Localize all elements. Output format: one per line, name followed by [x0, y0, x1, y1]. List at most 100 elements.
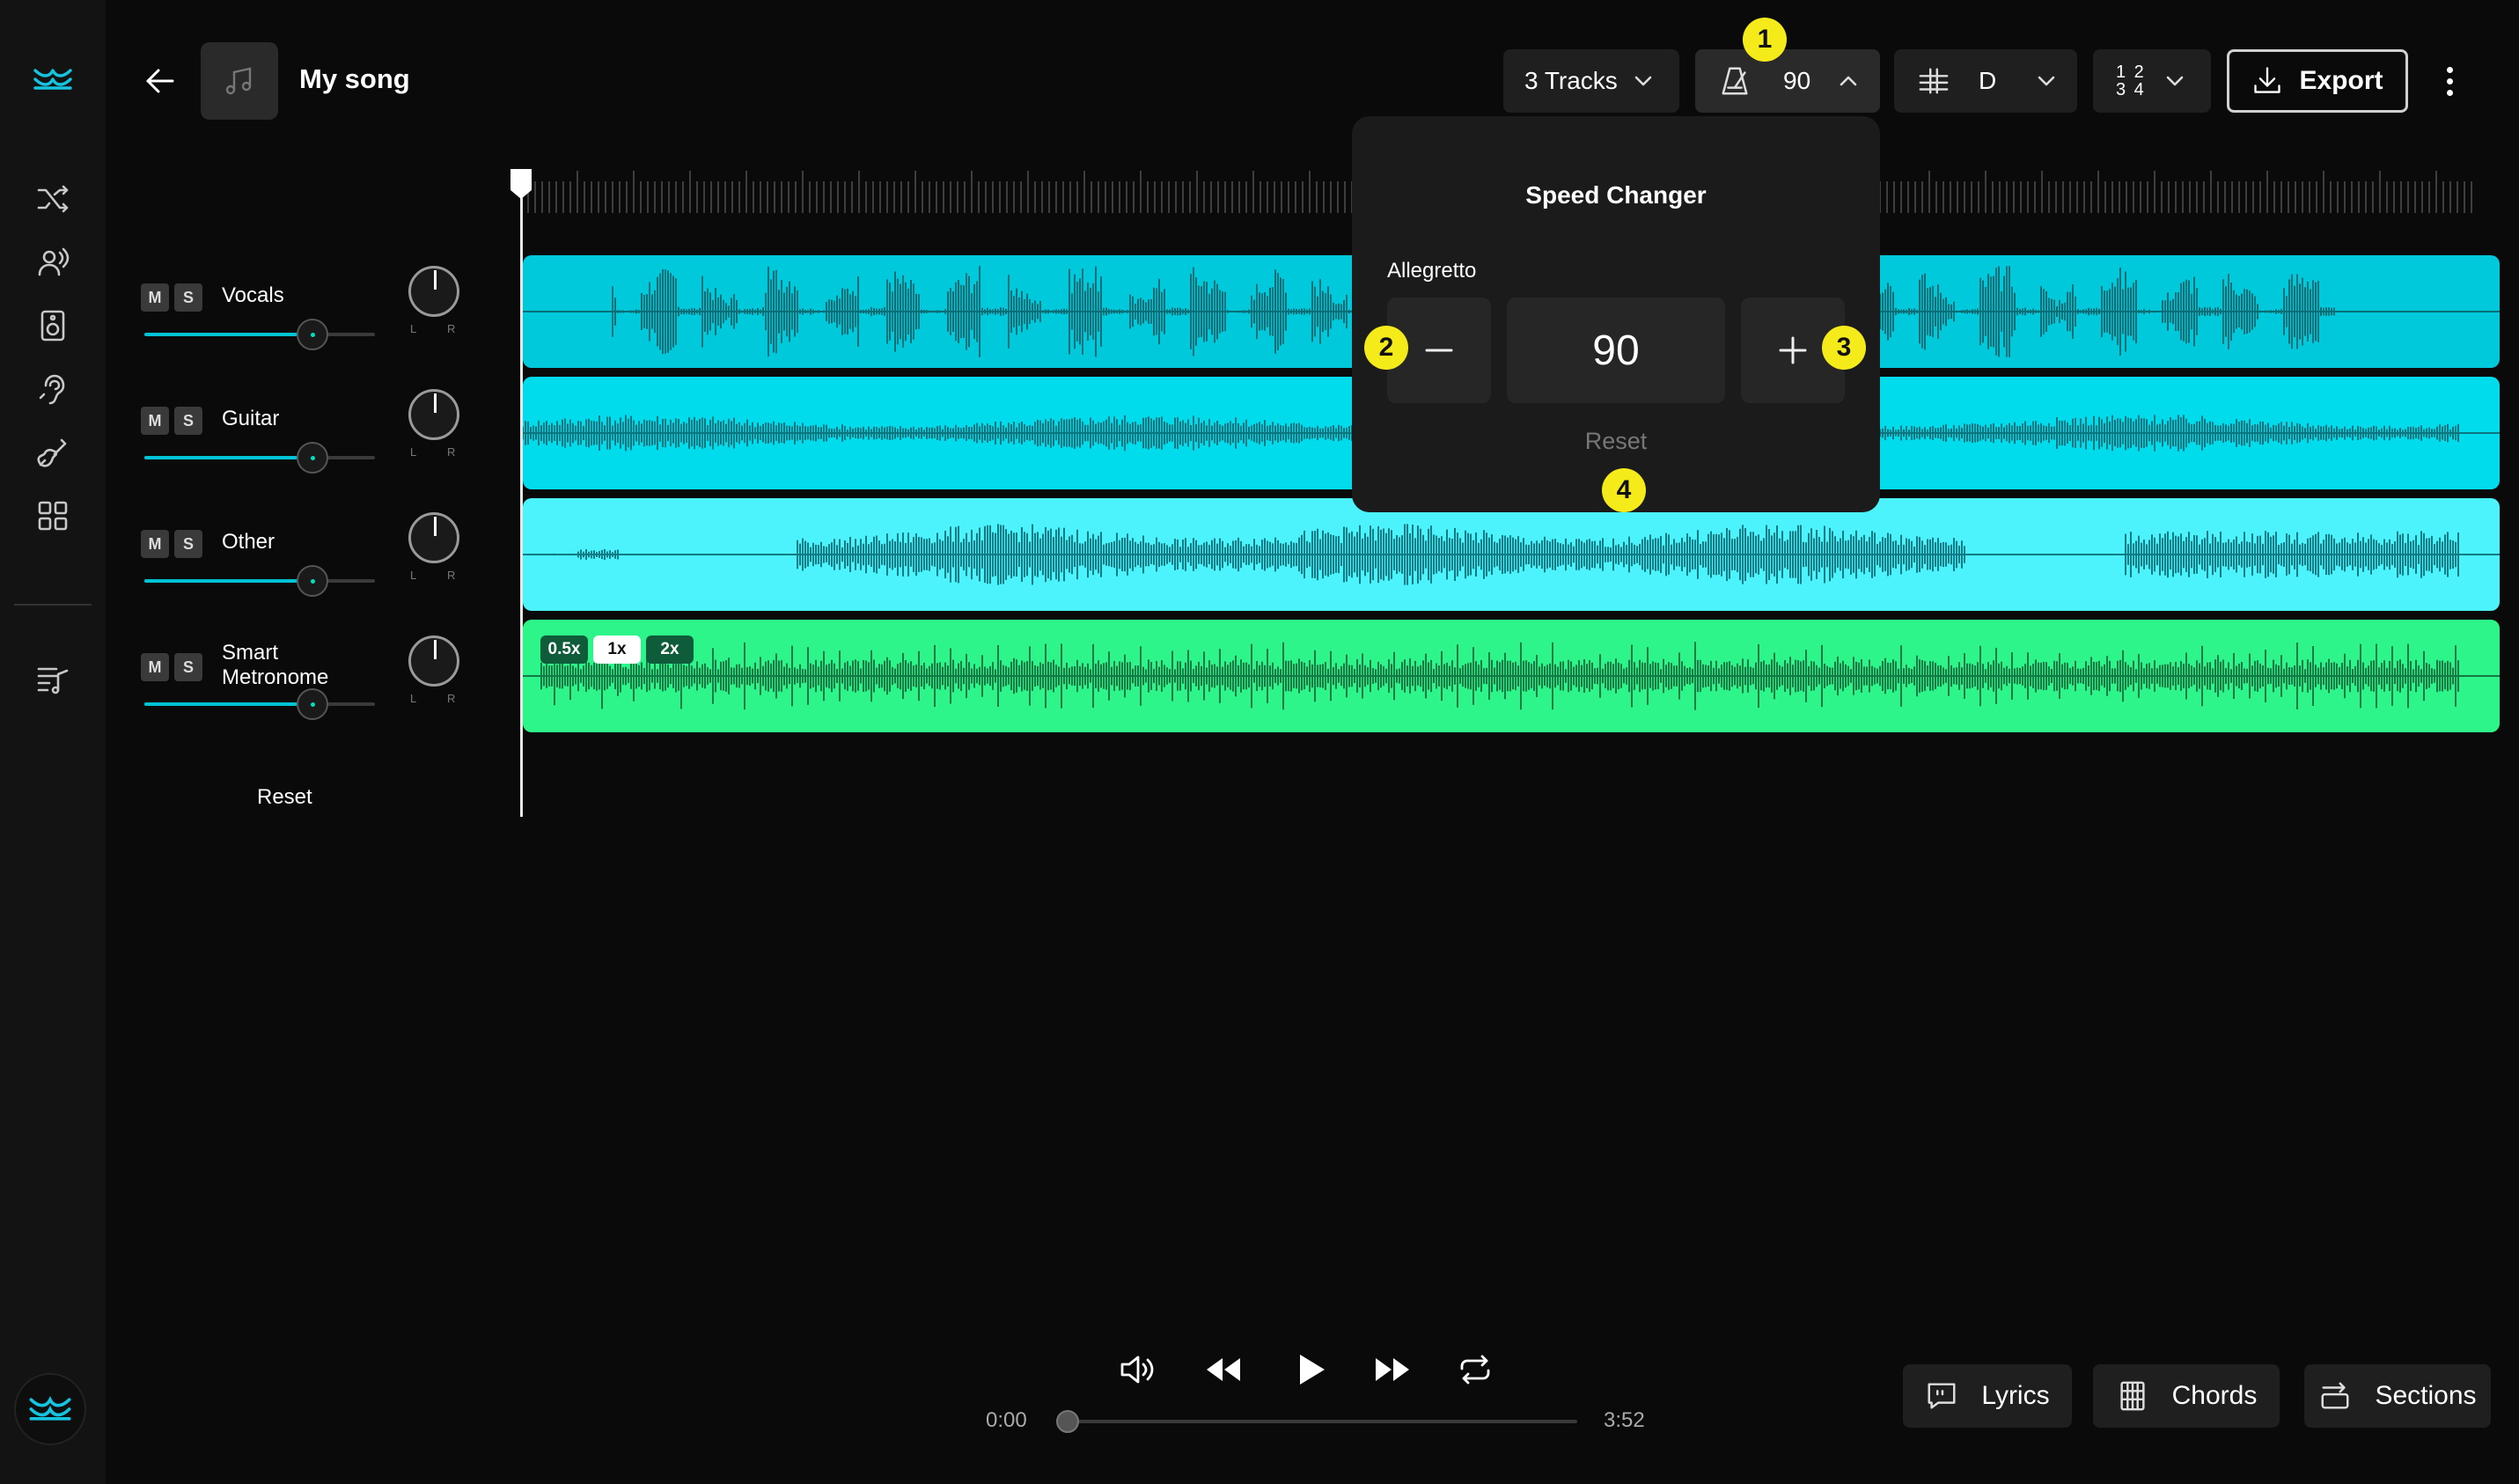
volume-fill	[144, 333, 311, 336]
solo-button[interactable]: S	[174, 530, 202, 558]
progress-bar[interactable]	[1056, 1410, 1577, 1433]
pan-right-label: R	[447, 445, 456, 459]
track-name: Guitar	[222, 407, 280, 430]
progress-thumb[interactable]	[1056, 1410, 1079, 1433]
mute-button[interactable]: M	[141, 283, 169, 312]
music-note-icon	[225, 67, 252, 95]
volume-slider[interactable]	[144, 442, 375, 474]
chords-icon	[2120, 1381, 2145, 1411]
export-label: Export	[2299, 66, 2383, 95]
tempo-name: Allegretto	[1387, 259, 1477, 283]
metronome-speed-1x[interactable]: 1x	[593, 635, 641, 664]
grid-icon[interactable]	[32, 495, 74, 537]
volume-fill	[144, 456, 311, 459]
track-control-0: M S Vocals L R	[141, 266, 475, 389]
waveform	[523, 524, 2500, 585]
annotation-badge-2: 2	[1364, 326, 1408, 370]
total-time: 3:52	[1604, 1408, 1645, 1432]
track-name: Other	[222, 530, 275, 554]
tracks-dropdown[interactable]: 3 Tracks	[1503, 49, 1679, 113]
chords-label: Chords	[2171, 1381, 2258, 1410]
pan-left-label: L	[410, 569, 417, 582]
track-lane-3[interactable]: 0.5x 1x 2x	[523, 620, 2500, 732]
fast-forward-button[interactable]	[1368, 1345, 1417, 1394]
key-shift-icon	[1919, 68, 1949, 94]
solo-button[interactable]: S	[174, 283, 202, 312]
mute-button[interactable]: M	[141, 530, 169, 558]
speed-changer-title: Speed Changer	[1525, 181, 1707, 209]
volume-fill	[144, 579, 311, 583]
chevron-down-icon	[2166, 76, 2184, 86]
more-options-button[interactable]	[2436, 60, 2463, 102]
track-name: Smart Metronome	[222, 641, 329, 689]
volume-fill	[144, 702, 311, 706]
download-icon	[2254, 67, 2281, 93]
lyrics-button[interactable]: Lyrics	[1903, 1364, 2072, 1428]
pan-knob[interactable]	[408, 389, 459, 440]
mixer-reset-button[interactable]: Reset	[257, 785, 312, 810]
annotation-badge-3: 3	[1822, 326, 1866, 370]
guitar-icon[interactable]	[32, 431, 74, 474]
shuffle-icon[interactable]	[32, 178, 74, 220]
tempo-value-display[interactable]: 90	[1507, 298, 1725, 403]
tempo-dropdown[interactable]: 90	[1695, 49, 1880, 113]
logo-icon[interactable]	[32, 58, 74, 100]
track-control-1: M S Guitar L R	[141, 389, 475, 512]
song-title: My song	[299, 63, 410, 94]
pan-right-label: R	[447, 692, 456, 705]
export-button[interactable]: Export	[2227, 49, 2408, 113]
playhead-handle[interactable]	[509, 167, 533, 201]
sections-button[interactable]: Sections	[2304, 1364, 2491, 1428]
pan-left-label: L	[410, 692, 417, 705]
play-button[interactable]	[1285, 1345, 1334, 1394]
mute-button[interactable]: M	[141, 407, 169, 435]
loop-button[interactable]	[1450, 1345, 1500, 1394]
volume-thumb[interactable]	[297, 688, 328, 720]
key-dropdown[interactable]: D	[1894, 49, 2077, 113]
fast-forward-icon	[1376, 1358, 1409, 1381]
metronome-speed-2x[interactable]: 2x	[646, 635, 694, 664]
play-icon	[1300, 1355, 1325, 1385]
volume-icon	[1120, 1355, 1154, 1384]
annotation-badge-1: 1	[1743, 18, 1787, 62]
pan-right-label: R	[447, 322, 456, 335]
volume-slider[interactable]	[144, 565, 375, 597]
volume-slider[interactable]	[144, 319, 375, 350]
track-lane-2[interactable]	[523, 498, 2500, 611]
metronome-speed-0.5x[interactable]: 0.5x	[540, 635, 588, 664]
tempo-value: 90	[1783, 67, 1811, 94]
chords-button[interactable]: Chords	[2093, 1364, 2280, 1428]
volume-slider[interactable]	[144, 688, 375, 720]
sidebar	[0, 0, 106, 1484]
back-button[interactable]	[141, 62, 180, 100]
plus-icon	[1779, 336, 1807, 364]
mute-button[interactable]: M	[141, 653, 169, 681]
key-value: D	[1979, 67, 1997, 94]
solo-button[interactable]: S	[174, 407, 202, 435]
pan-right-label: R	[447, 569, 456, 582]
speed-reset-button[interactable]: Reset	[1352, 428, 1880, 455]
rewind-icon	[1207, 1358, 1240, 1381]
avatar[interactable]	[14, 1373, 86, 1445]
pan-knob[interactable]	[408, 635, 459, 687]
chevron-down-icon	[2038, 76, 2055, 86]
volume-thumb[interactable]	[297, 319, 328, 350]
sidebar-divider	[14, 604, 92, 606]
track-control-3: M S Smart Metronome L R	[141, 635, 475, 759]
pan-knob[interactable]	[408, 512, 459, 563]
volume-thumb[interactable]	[297, 565, 328, 597]
volume-thumb[interactable]	[297, 442, 328, 474]
voice-icon[interactable]	[32, 241, 74, 283]
pan-knob[interactable]	[408, 266, 459, 317]
ear-icon[interactable]	[32, 368, 74, 410]
time-signature-dropdown[interactable]: 1 2 3 4	[2093, 49, 2211, 113]
track-name: Vocals	[222, 283, 284, 307]
playlist-icon[interactable]	[32, 658, 74, 701]
sections-label: Sections	[2375, 1381, 2477, 1410]
rewind-button[interactable]	[1199, 1345, 1248, 1394]
speed-changer-popover: Speed Changer Allegretto 90 Reset	[1352, 116, 1880, 512]
speaker-icon[interactable]	[32, 305, 74, 347]
minus-icon	[1425, 349, 1453, 352]
solo-button[interactable]: S	[174, 653, 202, 681]
volume-button[interactable]	[1113, 1345, 1162, 1394]
